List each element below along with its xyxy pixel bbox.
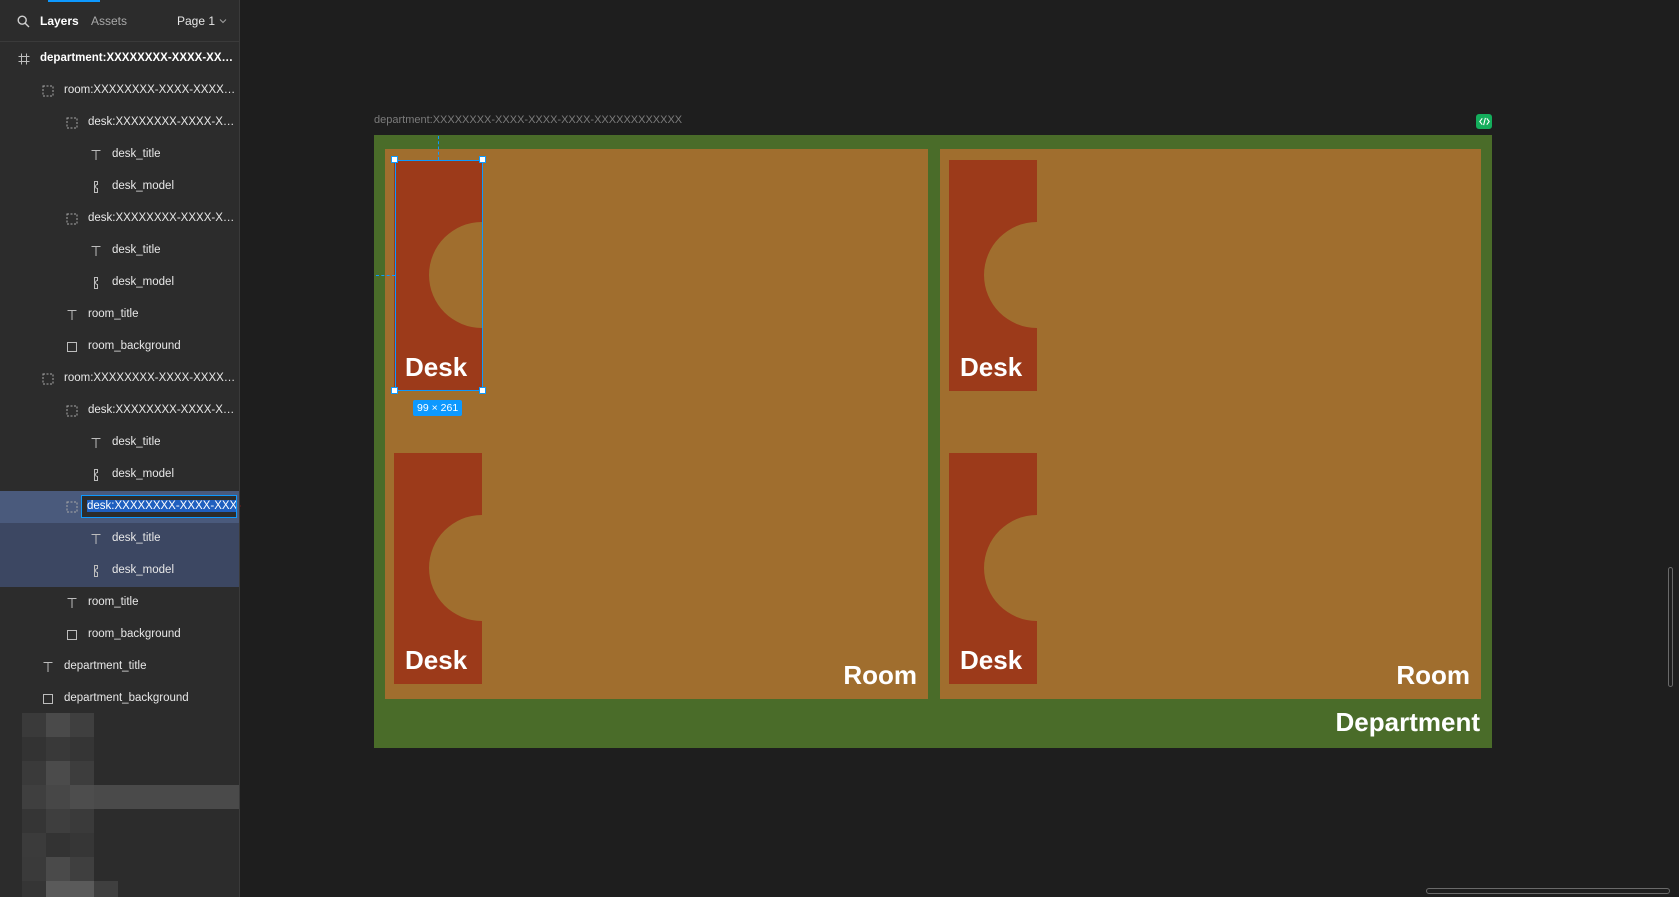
vector-icon [90, 565, 102, 577]
tab-assets[interactable]: Assets [91, 14, 127, 28]
rectangle-icon [66, 341, 78, 353]
vector-icon [90, 181, 102, 193]
frame-icon [18, 53, 30, 65]
resize-handle-ne[interactable] [479, 156, 486, 163]
selection-box[interactable] [395, 160, 483, 391]
layer-row[interactable]: desk_title [0, 523, 239, 555]
resize-handle-se[interactable] [479, 387, 486, 394]
layer-label: desk_model [112, 564, 175, 576]
vector-icon [90, 277, 102, 289]
layer-label: department_title [64, 660, 147, 672]
desk-frame[interactable]: Desk [394, 453, 482, 684]
desk-title: Desk [960, 352, 1023, 382]
layer-label: desk_title [112, 436, 161, 448]
layer-label: desk:XXXXXXXX-XXXX-XXXX-XXXX-XXXXXXXXXXX… [88, 116, 236, 128]
layer-row[interactable]: desk_model [0, 267, 239, 299]
layer-label: desk_title [112, 244, 161, 256]
group-frame-icon [66, 501, 78, 513]
layer-row[interactable]: desk_model [0, 459, 239, 491]
rectangle-icon [42, 693, 54, 705]
page-selector[interactable]: Page 1 [177, 14, 227, 28]
rectangle-icon [66, 629, 78, 641]
layer-row[interactable]: desk:XXXXXXXX-XXXX-XXXX-XXXX-XXXXXXXXXXX… [0, 395, 239, 427]
layer-row[interactable]: room:XXXXXXXX-XXXX-XXXX-XXXX-XXXXXXXXXXX… [0, 363, 239, 395]
text-icon [42, 661, 54, 673]
layer-label: department_background [64, 692, 189, 704]
room-frame[interactable]: Desk Desk Room [940, 149, 1481, 699]
layer-row[interactable]: desk_title [0, 235, 239, 267]
text-icon [90, 533, 102, 545]
layers-panel: Layers Assets Page 1 department:XXXXXXXX… [0, 0, 240, 897]
layer-label: room_title [88, 596, 139, 608]
layer-label: room_background [88, 628, 181, 640]
layer-rename-selection: desk:XXXXXXXX-XXXX-XXXX [87, 500, 236, 512]
redacted-area [22, 713, 239, 897]
resize-handle-sw[interactable] [391, 387, 398, 394]
group-frame-icon [66, 213, 78, 225]
department-title: Department [1335, 707, 1480, 737]
layer-label: desk:XXXXXXXX-XXXX-XXXX-XXXX-XXXXXXXXXXX… [88, 212, 236, 224]
layer-label: room:XXXXXXXX-XXXX-XXXX-XXXX-XXXXXXXXXXX… [64, 372, 236, 384]
desk-frame[interactable]: Desk [949, 160, 1037, 391]
layer-row[interactable]: room_background [0, 619, 239, 651]
vertical-scrollbar[interactable] [1668, 567, 1673, 687]
layer-label: desk_title [112, 148, 161, 160]
group-frame-icon [66, 405, 78, 417]
layer-row[interactable]: desk:XXXXXXXX-XXXX-XXXX [0, 491, 239, 523]
layer-row[interactable]: room_background [0, 331, 239, 363]
group-frame-icon [66, 117, 78, 129]
layer-row[interactable]: room_title [0, 587, 239, 619]
layer-label: desk_model [112, 468, 175, 480]
dev-mode-code-icon[interactable] [1476, 114, 1492, 129]
layer-row[interactable]: desk_model [0, 555, 239, 587]
department-frame[interactable]: Desk Desk Room Desk Desk Room Department [374, 135, 1492, 748]
layer-rename-input[interactable]: desk:XXXXXXXX-XXXX-XXXX [81, 495, 237, 518]
text-icon [90, 149, 102, 161]
page-selector-label: Page 1 [177, 14, 216, 28]
desk-title: Desk [405, 645, 468, 675]
layer-label: department:XXXXXXXX-XXXX-XXXX-XXXX-XXXXX… [40, 52, 236, 64]
layer-label: desk_model [112, 276, 175, 288]
layer-row[interactable]: desk:XXXXXXXX-XXXX-XXXX-XXXX-XXXXXXXXXXX… [0, 203, 239, 235]
layer-row[interactable]: department_title [0, 651, 239, 683]
frame-label[interactable]: department:XXXXXXXX-XXXX-XXXX-XXXX-XXXXX… [374, 114, 682, 126]
text-icon [66, 597, 78, 609]
text-icon [90, 245, 102, 257]
group-frame-icon [42, 373, 54, 385]
spacing-guide [438, 136, 439, 160]
group-frame-icon [42, 85, 54, 97]
layer-row[interactable]: desk_title [0, 139, 239, 171]
desk-title: Desk [960, 645, 1023, 675]
panel-header: Layers Assets Page 1 [0, 0, 239, 42]
tab-layers[interactable]: Layers [40, 14, 79, 28]
resize-handle-nw[interactable] [391, 156, 398, 163]
layer-row[interactable]: room_title [0, 299, 239, 331]
layer-row[interactable]: desk_title [0, 427, 239, 459]
layer-label: room_background [88, 340, 181, 352]
active-tab-indicator [48, 0, 100, 2]
layer-row[interactable]: desk_model [0, 171, 239, 203]
chevron-down-icon [219, 19, 227, 24]
layer-row[interactable]: desk:XXXXXXXX-XXXX-XXXX-XXXX-XXXXXXXXXXX… [0, 107, 239, 139]
vector-icon [90, 469, 102, 481]
layer-row[interactable]: department_background [0, 683, 239, 715]
search-icon[interactable] [17, 15, 30, 28]
layer-row[interactable]: room:XXXXXXXX-XXXX-XXXX-XXXX-XXXXXXXXXXX… [0, 75, 239, 107]
text-icon [90, 437, 102, 449]
room-title: Room [843, 660, 917, 690]
size-badge: 99 × 261 [413, 400, 463, 416]
text-icon [66, 309, 78, 321]
layer-label: desk_title [112, 532, 161, 544]
room-title: Room [1396, 660, 1470, 690]
layer-row[interactable]: department:XXXXXXXX-XXXX-XXXX-XXXX-XXXXX… [0, 43, 239, 75]
layer-label: room_title [88, 308, 139, 320]
layer-label: room:XXXXXXXX-XXXX-XXXX-XXXX-XXXXXXXXXXX… [64, 84, 236, 96]
layer-label: desk:XXXXXXXX-XXXX-XXXX-XXXX-XXXXXXXXXXX… [88, 404, 236, 416]
spacing-guide [376, 275, 395, 276]
layer-label: desk_model [112, 180, 175, 192]
horizontal-scrollbar[interactable] [1426, 888, 1670, 894]
desk-frame[interactable]: Desk [949, 453, 1037, 684]
